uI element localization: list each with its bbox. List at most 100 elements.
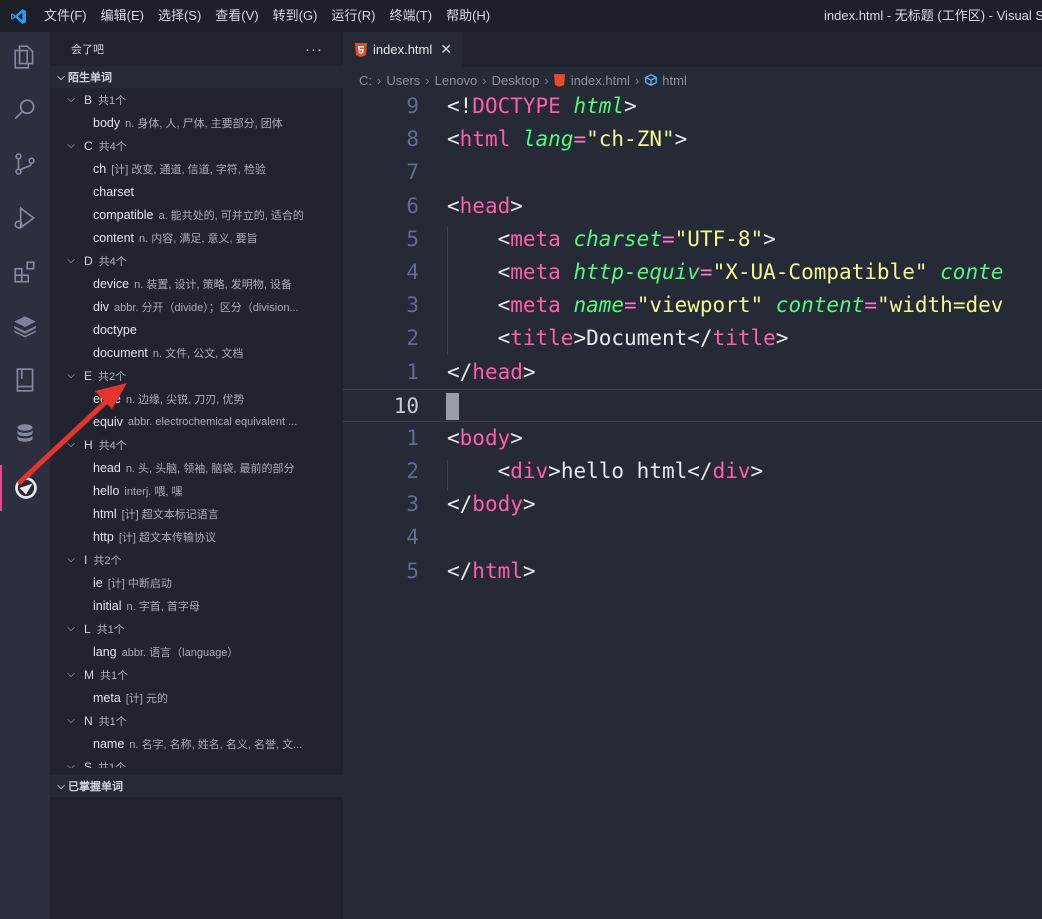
source-control-icon[interactable]: [0, 141, 50, 187]
line-number: 3: [406, 293, 419, 318]
tab-label: index.html: [373, 42, 433, 57]
word-term: content: [93, 230, 135, 245]
letter-group-s[interactable]: ⌵ S 共1个: [50, 755, 343, 769]
word-item[interactable]: lang abbr. 语言（language）: [50, 640, 343, 663]
search-icon[interactable]: [0, 87, 50, 133]
letter-group-d[interactable]: ⌵ D 共4个: [50, 249, 343, 272]
menu-item[interactable]: 查看(V): [208, 0, 265, 32]
breadcrumb-item[interactable]: Desktop: [492, 73, 540, 88]
chevron-down-icon: ⌵: [57, 780, 65, 792]
word-term: div: [93, 299, 109, 314]
code-line[interactable]: 7: [343, 156, 1042, 189]
code-line[interactable]: 9 <!DOCTYPE html>: [343, 90, 1042, 123]
menu-item[interactable]: 编辑(E): [94, 0, 151, 32]
code-line[interactable]: 8 <html lang="ch-ZN">: [343, 123, 1042, 156]
word-term: document: [93, 345, 148, 360]
menu-bar: 文件(F) 编辑(E) 选择(S) 查看(V) 转到(G) 运行(R) 终端(T) 帮助(H): [36, 0, 497, 32]
word-item[interactable]: edge n. 边缘, 尖锐, 刀刃, 优势: [50, 387, 343, 410]
menu-item[interactable]: 转到(G): [266, 0, 325, 32]
code-line[interactable]: 4 <meta http-equiv="X-UA-Compatible" con…: [343, 256, 1042, 289]
word-item[interactable]: compatible a. 能共处的, 可并立的, 适合的: [50, 203, 343, 226]
menu-item[interactable]: 选择(S): [151, 0, 208, 32]
word-item[interactable]: content n. 内容, 满足, 意义, 要旨: [50, 226, 343, 249]
word-item[interactable]: ch [计] 改变, 通道, 信道, 字符, 检验: [50, 157, 343, 180]
word-item[interactable]: document n. 文件, 公文, 文档: [50, 341, 343, 364]
database-icon[interactable]: [0, 411, 50, 457]
explorer-icon[interactable]: [0, 34, 50, 80]
word-item[interactable]: charset: [50, 180, 343, 203]
code-line[interactable]: 1 <body>: [343, 422, 1042, 455]
letter-group-l[interactable]: ⌵ L 共1个: [50, 617, 343, 640]
tab-index-html[interactable]: index.html ✕: [343, 32, 462, 67]
word-item[interactable]: equiv abbr. electrochemical equivalent ..…: [50, 410, 343, 433]
menu-item[interactable]: 运行(R): [324, 0, 382, 32]
chevron-down-icon: ⌵: [67, 554, 75, 565]
line-number: 4: [406, 259, 419, 284]
more-actions-icon[interactable]: ···: [305, 41, 323, 58]
word-term: hello: [93, 483, 120, 498]
word-definition: n. 身体, 人, 尸体, 主要部分, 团体: [125, 117, 283, 130]
code-line[interactable]: 6 <head>: [343, 190, 1042, 223]
code-line[interactable]: 1 </head>: [343, 356, 1042, 389]
extensions-icon[interactable]: [0, 249, 50, 295]
chevron-down-icon: ⌵: [67, 94, 75, 105]
code-line[interactable]: 3 </body>: [343, 488, 1042, 521]
vocabulary-extension-icon[interactable]: [0, 465, 50, 511]
word-item[interactable]: meta [计] 元的: [50, 686, 343, 709]
word-definition: n. 边缘, 尖锐, 刀刃, 优势: [125, 393, 245, 406]
word-item[interactable]: hello interj. 喂, 嘿: [50, 479, 343, 502]
group-count: 共1个: [98, 94, 127, 107]
book-icon[interactable]: [0, 357, 50, 403]
code-line[interactable]: 2 <div>hello html</div>: [343, 455, 1042, 488]
breadcrumb-item[interactable]: index.html: [571, 73, 630, 88]
code-line[interactable]: 5 <meta charset="UTF-8">: [343, 223, 1042, 256]
word-item[interactable]: name n. 名字, 名称, 姓名, 名义, 名誉, 文...: [50, 732, 343, 755]
word-item[interactable]: html [计] 超文本标记语言: [50, 502, 343, 525]
run-debug-icon[interactable]: [0, 195, 50, 241]
word-definition: n. 名字, 名称, 姓名, 名义, 名誉, 文...: [129, 738, 303, 751]
code-line[interactable]: 2 <title>Document</title>: [343, 322, 1042, 355]
word-term: name: [93, 736, 125, 751]
breadcrumb-item[interactable]: Lenovo: [435, 73, 478, 88]
word-item[interactable]: device n. 装置, 设计, 策略, 发明物, 设备: [50, 272, 343, 295]
section-unfamiliar-words[interactable]: ⌵ 陌生单词: [50, 66, 343, 88]
word-item[interactable]: http [计] 超文本传输协议: [50, 525, 343, 548]
line-number: 1: [406, 425, 419, 450]
word-item[interactable]: ie [计] 中断启动: [50, 571, 343, 594]
code-editor[interactable]: 9 <!DOCTYPE html> 8 <html lang="ch-ZN"> 7 6 <h…: [343, 90, 1042, 588]
letter-group-m[interactable]: ⌵ M 共1个: [50, 663, 343, 686]
side-bar-title: 会了吧: [71, 44, 104, 56]
tab-bar: index.html ✕: [343, 32, 1042, 67]
word-item[interactable]: body n. 身体, 人, 尸体, 主要部分, 团体: [50, 111, 343, 134]
breadcrumb-item[interactable]: C:: [359, 73, 372, 88]
word-item[interactable]: head n. 头, 头脑, 领袖, 脑袋, 最前的部分: [50, 456, 343, 479]
close-icon[interactable]: ✕: [440, 41, 452, 58]
code-line[interactable]: 5 </html>: [343, 555, 1042, 588]
letter-group-n[interactable]: ⌵ N 共1个: [50, 709, 343, 732]
menu-item[interactable]: 终端(T): [382, 0, 439, 32]
line-text: <title>Document</title>: [497, 326, 789, 351]
word-item[interactable]: initial n. 字首, 首字母: [50, 594, 343, 617]
word-item[interactable]: div abbr. 分开（divide）；区分（division...: [50, 295, 343, 318]
code-line[interactable]: 4: [343, 521, 1042, 554]
letter-group-h[interactable]: ⌵ H 共4个: [50, 433, 343, 456]
code-line[interactable]: 3 <meta name="viewport" content="width=d…: [343, 289, 1042, 322]
section-mastered-words[interactable]: ⌵ 已掌握单词: [50, 775, 343, 797]
group-letter: I: [84, 552, 88, 567]
letter-group-e[interactable]: ⌵ E 共2个: [50, 364, 343, 387]
word-item[interactable]: doctype: [50, 318, 343, 341]
breadcrumb-item[interactable]: html: [662, 73, 687, 88]
breadcrumb-item[interactable]: Users: [386, 73, 420, 88]
group-letter: L: [84, 621, 91, 636]
group-letter: H: [84, 437, 93, 452]
letter-group-c[interactable]: ⌵ C 共4个: [50, 134, 343, 157]
letter-group-b[interactable]: ⌵ B 共1个: [50, 88, 343, 111]
word-definition: interj. 喂, 嘿: [124, 485, 183, 498]
menu-item[interactable]: 帮助(H): [439, 0, 497, 32]
group-count: 共4个: [98, 439, 127, 452]
menu-item[interactable]: 文件(F): [36, 0, 94, 32]
letter-group-i[interactable]: ⌵ I 共2个: [50, 548, 343, 571]
stack-icon[interactable]: [0, 303, 50, 349]
current-line[interactable]: 10: [343, 388, 1042, 422]
symbol-element-icon: [644, 73, 658, 87]
